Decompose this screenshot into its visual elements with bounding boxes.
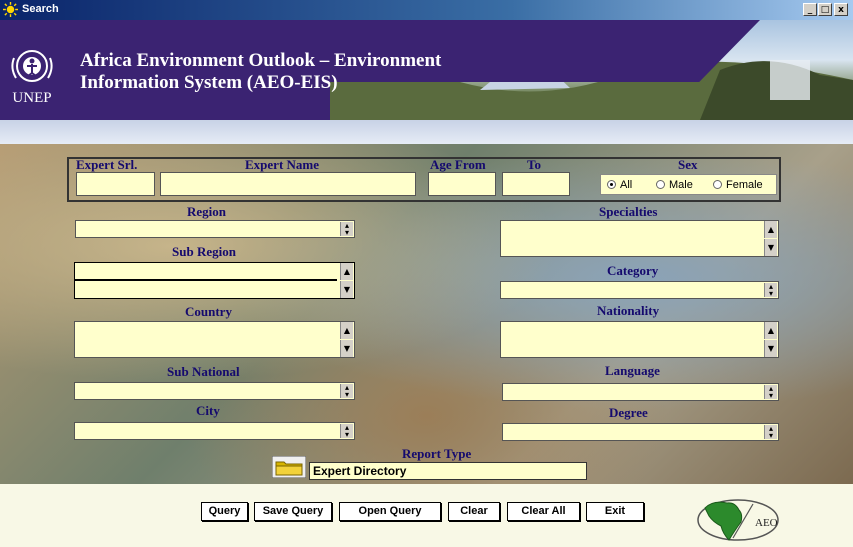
language-label: Language bbox=[605, 363, 660, 378]
category-label: Category bbox=[607, 263, 659, 278]
page-title: Africa Environment Outlook – Environment… bbox=[80, 50, 441, 94]
save-query-button[interactable]: Save Query bbox=[254, 502, 332, 521]
city-label: City bbox=[196, 403, 220, 418]
header-stripe bbox=[0, 120, 853, 144]
nationality-scroll-down[interactable]: ▼ bbox=[764, 340, 777, 357]
clear-button[interactable]: Clear bbox=[448, 502, 500, 521]
country-scroll-down[interactable]: ▼ bbox=[340, 340, 353, 357]
region-field[interactable]: ▴ ▾ bbox=[75, 220, 355, 238]
sub-national-spinner[interactable]: ▴ ▾ bbox=[340, 384, 353, 399]
sex-male-label: Male bbox=[669, 179, 693, 191]
specialties-label: Specialties bbox=[599, 204, 658, 219]
restore-button[interactable]: □ bbox=[818, 3, 832, 16]
sub-national-label: Sub National bbox=[167, 364, 240, 379]
sub-region-list[interactable]: ▲ ▼ bbox=[74, 262, 355, 299]
sub-national-field[interactable]: ▴ ▾ bbox=[74, 382, 355, 400]
region-spinner[interactable]: ▴ ▾ bbox=[340, 222, 353, 237]
country-label: Country bbox=[185, 304, 232, 319]
close-button[interactable]: x bbox=[834, 3, 848, 16]
sub-region-label: Sub Region bbox=[172, 244, 236, 259]
nationality-list[interactable]: ▲ ▼ bbox=[500, 321, 779, 358]
exit-button[interactable]: Exit bbox=[586, 502, 644, 521]
sex-female-radio[interactable] bbox=[713, 180, 722, 189]
specialties-list[interactable]: ▲ ▼ bbox=[500, 220, 779, 257]
expert-srl-label: Expert Srl. bbox=[76, 157, 138, 172]
specialties-scroll-down[interactable]: ▼ bbox=[764, 239, 777, 256]
expert-name-field[interactable] bbox=[160, 172, 416, 196]
expert-name-label: Expert Name bbox=[245, 157, 320, 172]
language-field[interactable]: ▴ ▾ bbox=[502, 383, 779, 401]
sub-region-scroll-down[interactable]: ▼ bbox=[340, 281, 353, 298]
minimize-button[interactable]: _ bbox=[803, 3, 817, 16]
sex-female-label: Female bbox=[726, 179, 763, 191]
sex-male-radio[interactable] bbox=[656, 180, 665, 189]
title-line-1: Africa Environment Outlook – Environment bbox=[80, 50, 442, 71]
city-field[interactable]: ▴ ▾ bbox=[74, 422, 355, 440]
country-scroll-up[interactable]: ▲ bbox=[340, 322, 353, 339]
unep-emblem-icon bbox=[11, 50, 53, 82]
window-title: Search bbox=[22, 3, 59, 15]
age-from-label: Age From bbox=[430, 157, 486, 172]
country-list[interactable]: ▲ ▼ bbox=[74, 321, 355, 358]
sub-region-list-item[interactable] bbox=[75, 263, 337, 281]
unep-label: UNEP bbox=[12, 90, 52, 106]
window-titlebar: Search _ □ x bbox=[0, 0, 853, 20]
unep-logo: UNEP bbox=[8, 46, 56, 106]
sex-radio-group: All Male Female bbox=[600, 174, 777, 195]
sex-label: Sex bbox=[678, 157, 698, 172]
age-to-label: To bbox=[527, 157, 541, 172]
folder-icon[interactable] bbox=[272, 456, 306, 478]
degree-spinner[interactable]: ▴ ▾ bbox=[764, 425, 777, 440]
report-type-field[interactable]: Expert Directory bbox=[309, 462, 587, 480]
sub-region-scroll-up[interactable]: ▲ bbox=[340, 263, 353, 280]
open-query-button[interactable]: Open Query bbox=[339, 502, 441, 521]
degree-label: Degree bbox=[609, 405, 648, 420]
expert-srl-field[interactable] bbox=[76, 172, 155, 196]
age-to-field[interactable] bbox=[502, 172, 570, 196]
report-type-label: Report Type bbox=[402, 446, 472, 461]
title-line-2: Information System (AEO-EIS) bbox=[80, 72, 338, 93]
specialties-scroll-up[interactable]: ▲ bbox=[764, 221, 777, 238]
category-spinner[interactable]: ▴ ▾ bbox=[764, 283, 777, 298]
aeo-logo: AEO bbox=[697, 499, 779, 541]
nationality-label: Nationality bbox=[597, 303, 660, 318]
query-button[interactable]: Query bbox=[201, 502, 248, 521]
clear-all-button[interactable]: Clear All bbox=[507, 502, 580, 521]
sex-all-radio[interactable] bbox=[607, 180, 616, 189]
region-label: Region bbox=[187, 204, 226, 219]
age-from-field[interactable] bbox=[428, 172, 496, 196]
nationality-scroll-up[interactable]: ▲ bbox=[764, 322, 777, 339]
aeo-logo-text: AEO bbox=[755, 517, 778, 529]
degree-field[interactable]: ▴ ▾ bbox=[502, 423, 779, 441]
app-sun-icon bbox=[3, 2, 18, 17]
city-spinner[interactable]: ▴ ▾ bbox=[340, 424, 353, 439]
category-field[interactable]: ▴ ▾ bbox=[500, 281, 779, 299]
header-banner: UNEP Africa Environment Outlook – Enviro… bbox=[0, 20, 853, 120]
language-spinner[interactable]: ▴ ▾ bbox=[764, 385, 777, 400]
sex-all-label: All bbox=[620, 179, 633, 191]
